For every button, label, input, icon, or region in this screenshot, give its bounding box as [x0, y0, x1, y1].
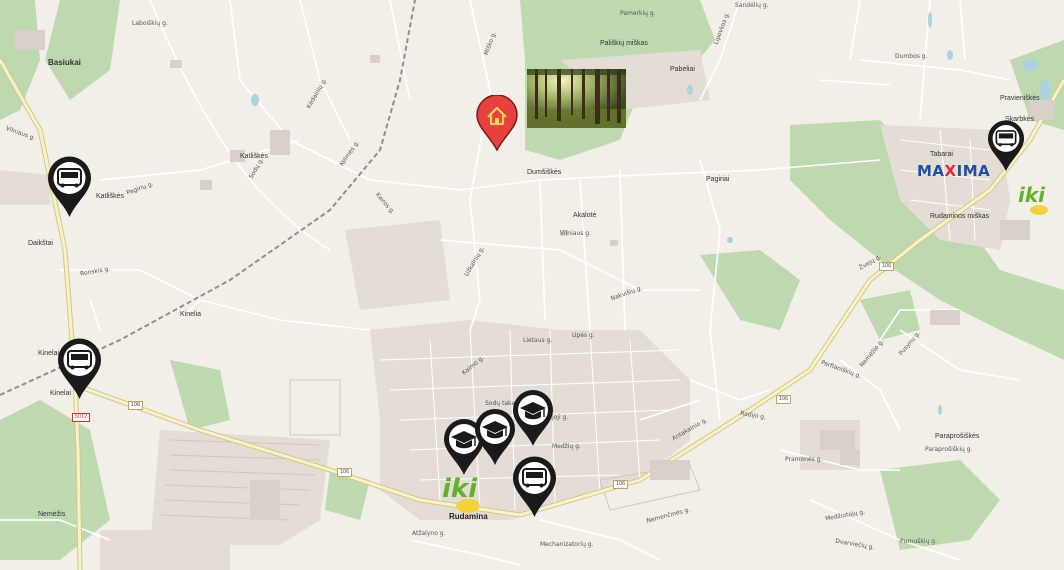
street-label: Atžalyno g. — [412, 530, 446, 537]
street-label: Laboiškių g. — [132, 20, 168, 27]
bus-icon — [513, 456, 556, 517]
street-label: Medžių g. — [552, 443, 581, 450]
place-label-pabeliai: Pabeliai — [670, 66, 695, 73]
iki-logo-text: iki — [442, 474, 478, 504]
street-label: Pamerkių g. — [620, 10, 656, 17]
graduation-cap-icon — [475, 409, 515, 465]
maxima-logo-text-b: IMA — [956, 162, 991, 180]
iki-logo-east[interactable]: iki — [1017, 183, 1057, 222]
place-label-rudaminos-miskas: Rudaminos miškas — [930, 213, 990, 220]
place-label-dumsiskes: Dumšiškės — [527, 169, 562, 176]
school-marker[interactable] — [512, 389, 554, 452]
place-label-nemezis: Nemėžis — [38, 511, 66, 518]
place-label-tabarai: Tabarai — [930, 151, 953, 158]
place-label-pagiriai: Pagiriai — [706, 176, 730, 183]
graduation-cap-icon — [513, 390, 553, 446]
bus-icon — [48, 156, 91, 217]
street-label: Upės g. — [572, 332, 595, 339]
street-label: Mechanizatorių g. — [540, 541, 594, 548]
place-label-kinelia: Kinelia — [180, 311, 202, 318]
place-label-pravieniskes: Pravieniškės — [1000, 95, 1040, 102]
road-number-badge: 106 — [613, 480, 629, 489]
street-label: Vilniaus g. — [560, 230, 592, 237]
road-number-badge: 106 — [776, 395, 792, 404]
street-label: Pramonės g. — [785, 456, 823, 463]
forest-photo-image — [527, 69, 626, 128]
street-label: Lietaus g. — [523, 337, 553, 344]
place-label-basiukai: Basiukai — [48, 58, 81, 67]
street-label: Purnuškių g. — [900, 538, 937, 545]
bus-stop-marker[interactable] — [47, 156, 92, 223]
map-view[interactable]: Basiukai Katliškės Katliškės Daikštai Ki… — [0, 0, 1064, 570]
street-label: Dumbos g. — [895, 53, 928, 60]
home-location-pin[interactable] — [475, 94, 519, 156]
maxima-logo-x: X — [944, 162, 957, 180]
maxima-logo-text-a: MA — [917, 162, 945, 180]
iki-logo-text: iki — [1018, 183, 1046, 207]
forest-photo[interactable] — [527, 69, 626, 128]
place-label-kinelai: Kinelai — [38, 350, 60, 357]
road-number-badge: 5012 — [72, 413, 91, 422]
school-marker[interactable] — [474, 408, 516, 471]
place-label-akalote: Akalotė — [573, 212, 597, 219]
road-number-badge: 106 — [879, 262, 895, 271]
place-label-paliskiu-miskas: Pališkių miškas — [600, 40, 648, 47]
bus-icon — [987, 120, 1025, 172]
bus-icon — [58, 338, 101, 399]
street-label: Paraprošiškių g. — [925, 446, 973, 453]
home-icon — [476, 94, 518, 152]
bus-stop-marker[interactable] — [57, 338, 102, 405]
place-label-katliskes-west: Katliškės — [96, 193, 125, 200]
bus-stop-marker[interactable] — [512, 456, 557, 523]
iki-logo-rudamina[interactable]: iki — [440, 474, 492, 519]
bus-stop-marker[interactable] — [986, 120, 1026, 177]
road-number-badge: 106 — [337, 468, 353, 477]
street-label: Sandėlių g. — [735, 2, 769, 9]
place-label-paraprosiskes: Paraprošiškės — [935, 433, 980, 440]
maxima-logo[interactable]: MAXIMA — [917, 162, 990, 180]
road-number-badge: 106 — [128, 401, 144, 410]
place-label-daikstai: Daikštai — [28, 240, 53, 247]
